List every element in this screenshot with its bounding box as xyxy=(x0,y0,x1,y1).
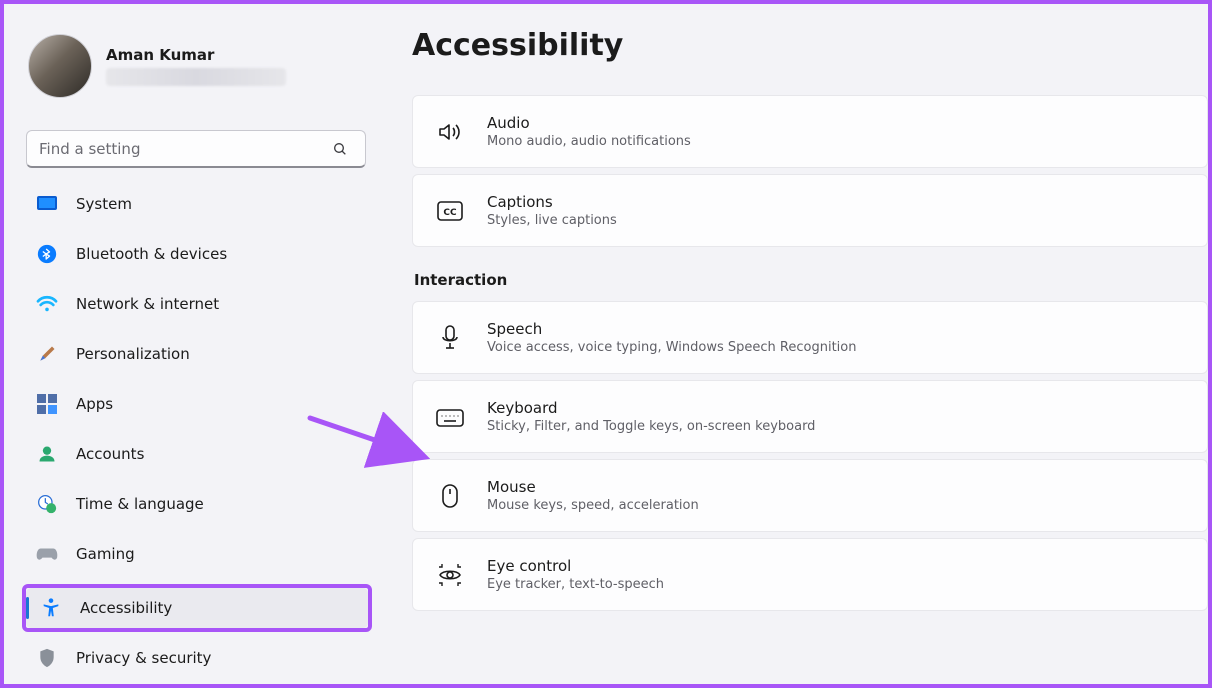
eye-icon xyxy=(435,560,465,590)
card-subtitle: Eye tracker, text-to-speech xyxy=(487,577,664,592)
shield-icon xyxy=(36,647,58,669)
sidebar-item-apps[interactable]: Apps xyxy=(22,384,372,424)
mouse-icon xyxy=(435,481,465,511)
sidebar-item-time[interactable]: Time & language xyxy=(22,484,372,524)
card-title: Mouse xyxy=(487,478,699,496)
settings-item-speech[interactable]: Speech Voice access, voice typing, Windo… xyxy=(412,301,1208,374)
sidebar-item-privacy[interactable]: Privacy & security xyxy=(22,638,372,678)
sidebar-item-accounts[interactable]: Accounts xyxy=(22,434,372,474)
microphone-icon xyxy=(435,323,465,353)
card-title: Keyboard xyxy=(487,399,815,417)
sidebar-item-label: Accounts xyxy=(76,445,144,463)
card-subtitle: Mono audio, audio notifications xyxy=(487,134,691,149)
nav-list: System Bluetooth & devices Network & int… xyxy=(22,184,372,678)
sidebar-item-bluetooth[interactable]: Bluetooth & devices xyxy=(22,234,372,274)
sidebar-item-system[interactable]: System xyxy=(22,184,372,224)
search-input[interactable] xyxy=(26,130,366,168)
user-name: Aman Kumar xyxy=(106,46,286,64)
card-title: Eye control xyxy=(487,557,664,575)
card-subtitle: Voice access, voice typing, Windows Spee… xyxy=(487,340,856,355)
sidebar-item-label: Gaming xyxy=(76,545,135,563)
sidebar-item-label: Personalization xyxy=(76,345,190,363)
sidebar-item-label: Time & language xyxy=(76,495,204,513)
bluetooth-icon xyxy=(36,243,58,265)
section-heading-interaction: Interaction xyxy=(414,271,1208,289)
sidebar-item-label: Bluetooth & devices xyxy=(76,245,227,263)
user-email-redacted xyxy=(106,68,286,86)
settings-item-captions[interactable]: CC Captions Styles, live captions xyxy=(412,174,1208,247)
card-subtitle: Sticky, Filter, and Toggle keys, on-scre… xyxy=(487,419,815,434)
keyboard-icon xyxy=(435,402,465,432)
user-profile[interactable]: Aman Kumar xyxy=(22,20,372,108)
sidebar-item-gaming[interactable]: Gaming xyxy=(22,534,372,574)
paintbrush-icon xyxy=(36,343,58,365)
wifi-icon xyxy=(36,293,58,315)
sidebar-item-label: Network & internet xyxy=(76,295,219,313)
system-icon xyxy=(36,193,58,215)
card-subtitle: Styles, live captions xyxy=(487,213,617,228)
sidebar: Aman Kumar System Bluetooth & devices xyxy=(4,4,384,684)
settings-item-audio[interactable]: Audio Mono audio, audio notifications xyxy=(412,95,1208,168)
settings-item-eye-control[interactable]: Eye control Eye tracker, text-to-speech xyxy=(412,538,1208,611)
sidebar-item-label: Accessibility xyxy=(80,599,172,617)
card-title: Speech xyxy=(487,320,856,338)
card-title: Audio xyxy=(487,114,691,132)
sidebar-item-network[interactable]: Network & internet xyxy=(22,284,372,324)
speaker-icon xyxy=(435,117,465,147)
page-title: Accessibility xyxy=(412,28,1208,63)
person-icon xyxy=(36,443,58,465)
content-pane: Accessibility Audio Mono audio, audio no… xyxy=(412,4,1208,684)
settings-item-mouse[interactable]: Mouse Mouse keys, speed, acceleration xyxy=(412,459,1208,532)
clock-globe-icon xyxy=(36,493,58,515)
card-subtitle: Mouse keys, speed, acceleration xyxy=(487,498,699,513)
sidebar-item-label: Privacy & security xyxy=(76,649,211,667)
svg-text:CC: CC xyxy=(443,208,457,218)
settings-item-keyboard[interactable]: Keyboard Sticky, Filter, and Toggle keys… xyxy=(412,380,1208,453)
search-icon xyxy=(332,141,348,157)
annotation-highlight: Accessibility xyxy=(22,584,372,632)
gamepad-icon xyxy=(36,543,58,565)
sidebar-item-accessibility[interactable]: Accessibility xyxy=(26,588,368,628)
accessibility-icon xyxy=(40,597,62,619)
captions-icon: CC xyxy=(435,196,465,226)
apps-icon xyxy=(36,393,58,415)
sidebar-item-personalization[interactable]: Personalization xyxy=(22,334,372,374)
sidebar-item-label: System xyxy=(76,195,132,213)
search-wrap xyxy=(26,130,366,168)
sidebar-item-label: Apps xyxy=(76,395,113,413)
avatar xyxy=(28,34,92,98)
card-title: Captions xyxy=(487,193,617,211)
